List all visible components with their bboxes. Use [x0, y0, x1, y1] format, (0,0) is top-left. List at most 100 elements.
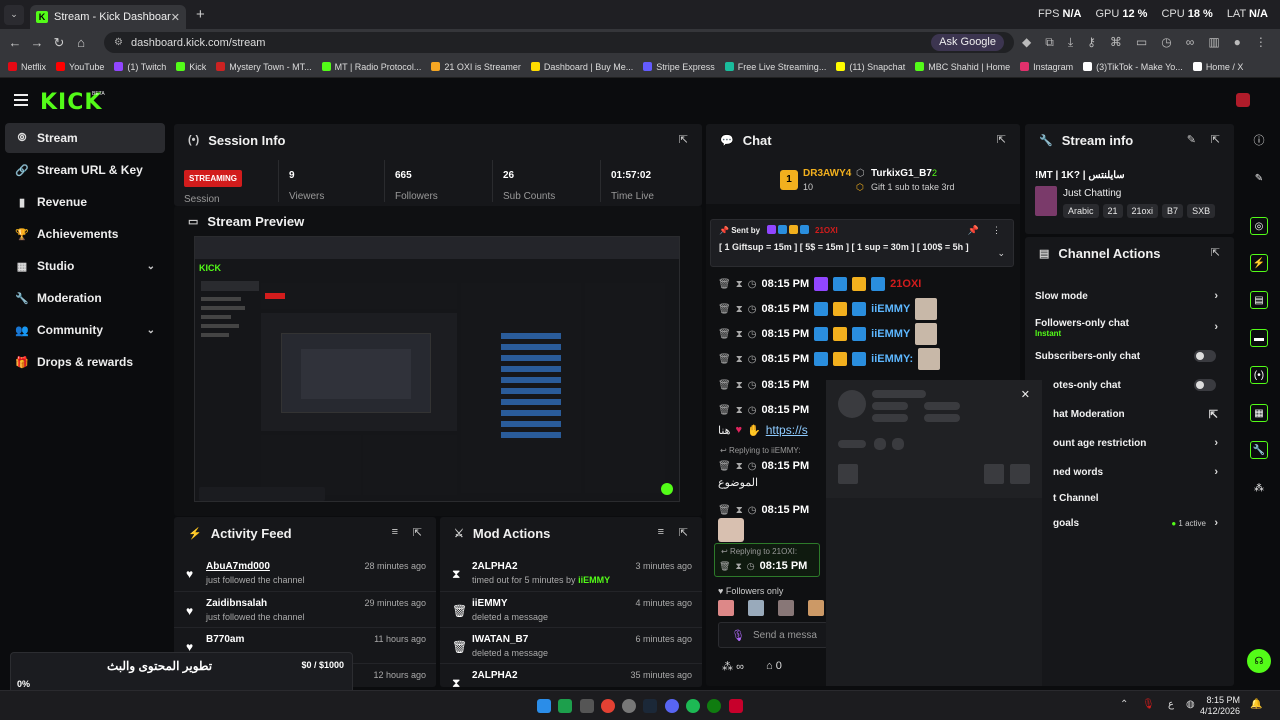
trash-icon[interactable]: 🗑 [718, 380, 731, 391]
emote[interactable] [748, 600, 764, 616]
app-icon[interactable] [729, 699, 743, 713]
hourglass-icon[interactable]: ⧗ [735, 561, 741, 572]
link-icon[interactable]: ∞ [1186, 35, 1195, 50]
action-chat-moderation[interactable]: hat Moderation ⇱ [1035, 401, 1222, 427]
popout-icon[interactable]: ⇱ [997, 133, 1006, 146]
action-slow-mode[interactable]: Slow mode › [1035, 283, 1222, 309]
share-icon[interactable]: ⁂ [1250, 479, 1268, 497]
pinned-user[interactable]: 21OXI [815, 226, 838, 235]
profile-icon[interactable]: ● [1234, 35, 1241, 50]
notification-icon[interactable]: 🔔 [1250, 699, 1262, 710]
toggle-switch[interactable] [1194, 379, 1216, 391]
clock-time[interactable]: 8:15 PM [1202, 695, 1240, 705]
trash-icon[interactable]: 🗑 [718, 329, 731, 340]
category-name[interactable]: Just Chatting [1063, 188, 1121, 199]
bookmark[interactable]: Kick [176, 62, 206, 72]
menu-icon[interactable]: ⋮ [1255, 35, 1267, 50]
action-subscribers-only[interactable]: Subscribers-only chat [1035, 343, 1222, 369]
start-icon[interactable] [537, 699, 551, 713]
action-banned-words[interactable]: ned words › [1035, 459, 1222, 485]
layers-icon[interactable]: ▦ [1250, 404, 1268, 422]
activity-user[interactable]: AbuA7md000 [206, 561, 270, 572]
tag[interactable]: 21oxi [1126, 204, 1159, 218]
toggle-switch[interactable] [1194, 350, 1216, 362]
action-age-restriction[interactable]: ount age restriction › [1035, 430, 1222, 456]
bookmark[interactable]: (3)TikTok - Make Yo... [1083, 62, 1183, 72]
gifter-name[interactable]: TurkixG1_B7 [871, 168, 932, 179]
wrench-icon[interactable]: 🔧 [1250, 441, 1268, 459]
activity-user[interactable]: B770am [206, 634, 244, 645]
hourglass-icon[interactable]: ⧗ [736, 505, 743, 516]
pin-icon[interactable]: 📌 [968, 225, 979, 236]
language-indicator[interactable]: ع [1168, 699, 1174, 710]
reload-icon[interactable]: ↻ [48, 35, 70, 51]
tab-search-button[interactable]: ⌄ [4, 4, 24, 25]
bookmark[interactable]: (11) Snapchat [836, 62, 905, 72]
download-icon[interactable]: ⤓ [1068, 35, 1073, 50]
edit-icon[interactable]: ✎ [1187, 133, 1196, 146]
tag[interactable]: Arabic [1063, 204, 1099, 218]
trash-icon[interactable]: 🗑 [718, 304, 731, 315]
steam-icon[interactable] [643, 699, 657, 713]
chat-bubble-icon[interactable]: ▬ [1250, 329, 1268, 347]
bookmark[interactable]: (1) Twitch [114, 62, 166, 72]
sidebar-item-community[interactable]: 👥 Community ⌄ [5, 315, 165, 345]
bolt-icon[interactable]: ⚡ [1250, 254, 1268, 272]
xbox-icon[interactable] [707, 699, 721, 713]
pencil-icon[interactable]: ✎ [1250, 169, 1268, 187]
sidebar-item-stream-url[interactable]: 🔗 Stream URL & Key [5, 155, 165, 185]
info-icon[interactable]: ⓘ [1250, 131, 1268, 149]
top-gifter-name[interactable]: DR3AWY4 [803, 168, 851, 179]
site-info-icon[interactable]: ⚙ [114, 37, 123, 48]
message-user[interactable]: 21OXI [890, 278, 921, 290]
message-user[interactable]: iiEMMY [871, 328, 910, 340]
ask-google-button[interactable]: Ask Google [931, 34, 1004, 51]
bookmark[interactable]: Stripe Express [643, 62, 715, 72]
close-tab-icon[interactable]: ✕ [171, 11, 180, 24]
url-bar[interactable]: ⚙ dashboard.kick.com/stream Ask Google [104, 32, 1014, 53]
hourglass-icon[interactable]: ⧗ [736, 304, 743, 315]
chat-input[interactable]: 🎙 Send a messa [718, 622, 828, 648]
sidebar-item-drops[interactable]: 🎁 Drops & rewards [5, 347, 165, 377]
action-goals[interactable]: goals ● 1 active › [1035, 510, 1222, 536]
popout-icon[interactable]: ⇱ [679, 133, 688, 146]
new-tab-button[interactable]: + [196, 6, 205, 23]
bookmark[interactable]: MBC Shahid | Home [915, 62, 1010, 72]
hourglass-icon[interactable]: ⧗ [736, 461, 743, 472]
mod-user[interactable]: iiEMMY [472, 598, 508, 609]
mic-icon[interactable]: 🎙 [1142, 699, 1155, 710]
trash-icon[interactable]: 🗑 [718, 405, 731, 416]
history-icon[interactable]: ◷ [1161, 35, 1171, 50]
back-icon[interactable]: ← [4, 35, 26, 50]
bookmark[interactable]: Instagram [1020, 62, 1073, 72]
home-icon[interactable]: ⌂ [70, 35, 92, 50]
trash-icon[interactable]: 🗑 [718, 461, 731, 472]
trash-icon[interactable]: 🗑 [718, 354, 731, 365]
message-user[interactable]: iiEMMY: [871, 353, 913, 365]
action-followers-only[interactable]: Followers-only chat Instant › [1035, 313, 1222, 343]
hourglass-icon[interactable]: ⧗ [736, 279, 743, 290]
document-icon[interactable]: ▤ [1250, 291, 1268, 309]
bookmark[interactable]: MT | Radio Protocol... [321, 62, 421, 72]
mod-user[interactable]: 2ALPHA2 [472, 561, 518, 572]
extension-icon[interactable]: ◆ [1022, 35, 1031, 50]
sidebar-item-revenue[interactable]: ▮ Revenue [5, 187, 165, 217]
key-icon[interactable]: ⚷ [1087, 35, 1096, 50]
popout-icon[interactable]: ⇱ [1211, 246, 1220, 259]
category-thumbnail[interactable] [1035, 186, 1057, 216]
bookmark[interactable]: YouTube [56, 62, 104, 72]
sidepanel-icon[interactable]: ▥ [1208, 35, 1219, 50]
clock-date[interactable]: 4/12/2026 [1196, 706, 1240, 716]
message-user[interactable]: iiEMMY [871, 303, 910, 315]
mod-user[interactable]: IWATAN_B7 [472, 634, 528, 645]
spotify-icon[interactable] [686, 699, 700, 713]
cast-icon[interactable]: ▭ [1136, 35, 1147, 50]
activity-user[interactable]: Zaidibnsalah [206, 598, 267, 609]
close-icon[interactable]: ✕ [1021, 388, 1030, 401]
emote[interactable] [778, 600, 794, 616]
broadcast-icon[interactable]: (•) [1250, 366, 1268, 384]
filter-icon[interactable]: ≡ [392, 526, 398, 538]
bookmark[interactable]: Netflix [8, 62, 46, 72]
chrome-icon[interactable] [601, 699, 615, 713]
emote[interactable] [718, 600, 734, 616]
